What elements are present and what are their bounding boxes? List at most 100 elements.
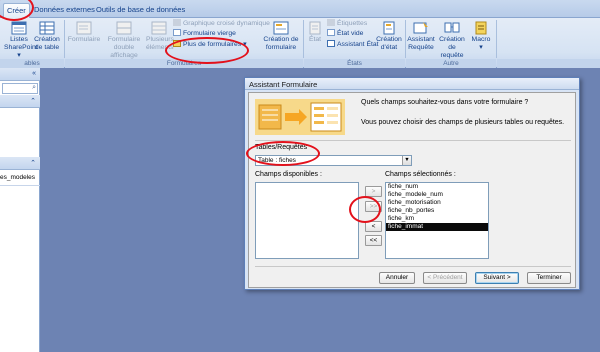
etat-button[interactable]: État: [304, 21, 326, 44]
formulaire-double-affichage-button[interactable]: Formulaire double affichage: [100, 21, 148, 60]
creation-de-requete-button[interactable]: Création de requête: [435, 21, 469, 60]
finish-button[interactable]: Terminer: [527, 272, 571, 284]
multiple-items-icon: [151, 21, 167, 35]
formulaire-double-label-2: double affichage: [110, 44, 138, 59]
available-fields-list[interactable]: [255, 182, 359, 259]
report-wizard-icon: [327, 40, 335, 47]
group-tables-label: ables: [0, 59, 64, 68]
plusieurs-elements-button[interactable]: Plusieurs éléments: [146, 21, 174, 52]
champs-disponibles-label: Champs disponibles :: [255, 171, 322, 178]
graphique-croise-button[interactable]: Graphique croisé dynamique: [173, 19, 270, 28]
formulaire-double-label-1: Formulaire: [107, 36, 141, 43]
selected-field-item-highlighted[interactable]: fiche_immat: [386, 223, 488, 231]
listes-sharepoint-label-2: SharePoint ▾: [4, 44, 38, 59]
report-icon: [309, 21, 321, 35]
query-design-icon: [444, 22, 460, 33]
more-forms-icon: [173, 40, 181, 47]
assistant-etat-label: Assistant État: [337, 41, 379, 48]
collapse-icon[interactable]: ⌃: [30, 97, 36, 105]
tables-requetes-label: Tables/Requêtes: [255, 144, 308, 151]
macro-button[interactable]: Macro ▾: [470, 21, 492, 52]
table-design-icon: [39, 21, 55, 35]
ribbon-separator: [64, 20, 65, 58]
tables-requetes-value: Table : fiches: [258, 157, 296, 164]
plusieurs-elements-label-2: éléments: [146, 44, 174, 51]
group-formulaires-label: Formulaires: [65, 59, 303, 68]
dialog-title-bar[interactable]: Assistant Formulaire: [245, 78, 579, 90]
report-design-icon: [383, 21, 395, 35]
creation-de-table-button[interactable]: Création de table: [34, 21, 60, 52]
macro-label-2: ▾: [479, 44, 483, 51]
creation-de-table-label-1: Création: [34, 36, 60, 43]
macro-icon: [475, 21, 487, 35]
etiquettes-button[interactable]: Étiquettes: [327, 19, 367, 28]
wizard-question: Quels champs souhaitez-vous dans votre f…: [361, 99, 529, 106]
macro-label-1: Macro: [471, 36, 491, 43]
add-all-fields-button[interactable]: >>: [365, 201, 382, 212]
selected-field-item[interactable]: fiche_nb_portes: [386, 207, 488, 215]
plusieurs-elements-label-1: Plusieurs: [146, 36, 174, 43]
nav-pane-header[interactable]: «: [0, 68, 40, 81]
pivot-chart-icon: [173, 19, 181, 26]
tab-outils-base-de-donnees[interactable]: Outils de base de données: [93, 3, 188, 18]
etiquettes-label: Étiquettes: [337, 20, 368, 27]
nav-item[interactable]: es_modeles: [0, 174, 40, 181]
creation-de-formulaire-button[interactable]: Création de formulaire: [262, 21, 300, 52]
creation-etat-button[interactable]: Création d'état: [375, 21, 403, 52]
creation-etat-label-1: Création: [376, 36, 402, 43]
dialog-divider: [255, 266, 571, 267]
cancel-button[interactable]: Annuler: [379, 272, 415, 284]
assistant-requete-button[interactable]: Assistant Requête: [406, 21, 436, 52]
dialog-divider: [255, 140, 571, 141]
formulaire-vierge-label: Formulaire vierge: [183, 30, 236, 37]
selected-field-item[interactable]: fiche_num: [386, 183, 488, 191]
assistant-formulaire-dialog: Assistant Formulaire Quels champs souhai…: [244, 77, 580, 290]
tab-creer[interactable]: Créer: [3, 3, 30, 18]
previous-button[interactable]: < Précédent: [423, 272, 467, 284]
selected-fields-list[interactable]: fiche_num fiche_modele_num fiche_motoris…: [385, 182, 489, 259]
split-form-icon: [116, 21, 132, 35]
plus-de-formulaires-label: Plus de formulaires ▾: [183, 41, 247, 48]
group-etats-label: États: [304, 59, 405, 68]
listes-sharepoint-label-1: Listes: [10, 36, 28, 43]
remove-all-fields-button[interactable]: <<: [365, 235, 382, 246]
group-autre-label: Autre: [406, 59, 496, 68]
creation-formulaire-label-2: formulaire: [265, 44, 297, 51]
creation-etat-label-2: d'état: [380, 44, 398, 51]
add-field-button[interactable]: >: [365, 186, 382, 197]
listes-sharepoint-button[interactable]: Listes SharePoint ▾: [4, 21, 38, 60]
selected-field-item[interactable]: fiche_motorisation: [386, 199, 488, 207]
formulaire-button[interactable]: Formulaire: [66, 21, 102, 44]
champs-selectionnes-label: Champs sélectionnés :: [385, 171, 456, 178]
collapse-icon[interactable]: ⌃: [30, 159, 36, 167]
ribbon: Listes SharePoint ▾ Création de table Fo…: [0, 18, 600, 68]
etat-vide-label: État vide: [337, 30, 364, 37]
remove-field-button[interactable]: <: [365, 221, 382, 232]
formulaire-vierge-button[interactable]: Formulaire vierge: [173, 29, 236, 38]
chevron-down-icon[interactable]: ▼: [402, 156, 411, 165]
assistant-etat-button[interactable]: Assistant État: [327, 40, 379, 49]
ribbon-tab-bar: Créer Données externes Outils de base de…: [0, 0, 600, 18]
nav-group-header[interactable]: ⌃: [0, 95, 40, 108]
wizard-hint: Vous pouvez choisir des champs de plusie…: [361, 119, 565, 126]
assistant-requete-label-1: Assistant: [407, 36, 435, 43]
assistant-requete-label-2: Requête: [408, 44, 434, 51]
plus-de-formulaires-button[interactable]: Plus de formulaires ▾: [173, 40, 246, 49]
chevron-left-icon[interactable]: «: [32, 70, 36, 77]
selected-field-item[interactable]: fiche_modele_num: [386, 191, 488, 199]
blank-report-icon: [327, 29, 335, 36]
tables-requetes-select[interactable]: Table : fiches ▼: [255, 155, 412, 166]
tab-donnees-externes[interactable]: Données externes: [31, 3, 98, 18]
next-button[interactable]: Suivant >: [475, 272, 519, 284]
sharepoint-list-icon: [11, 21, 27, 35]
blank-form-icon: [173, 29, 181, 36]
ribbon-separator: [496, 20, 497, 58]
nav-divider: [0, 185, 40, 186]
selected-field-item[interactable]: fiche_km: [386, 215, 488, 223]
form-design-icon: [273, 21, 289, 35]
nav-search-input[interactable]: ⌕: [2, 83, 38, 94]
nav-group-header[interactable]: ⌃: [0, 157, 40, 170]
formulaire-label: Formulaire: [67, 36, 101, 43]
labels-icon: [327, 19, 335, 26]
etat-vide-button[interactable]: État vide: [327, 29, 363, 38]
